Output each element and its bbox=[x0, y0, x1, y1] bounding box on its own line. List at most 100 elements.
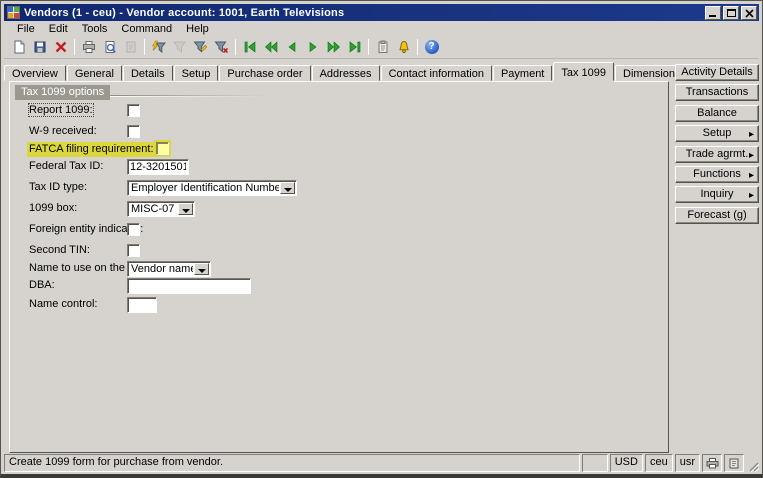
name-to-use-combo[interactable]: Vendor name bbox=[127, 261, 211, 277]
chevron-down-icon[interactable] bbox=[280, 182, 295, 194]
filter-by-selection-icon[interactable] bbox=[148, 37, 169, 57]
previous-record-icon[interactable] bbox=[281, 37, 302, 57]
box-1099-label: 1099 box: bbox=[29, 202, 77, 214]
tab-setup[interactable]: Setup bbox=[174, 65, 219, 81]
fatca-filing-requirement-checkbox[interactable] bbox=[156, 142, 169, 155]
new-record-icon[interactable] bbox=[8, 37, 29, 57]
menu-tools[interactable]: Tools bbox=[75, 22, 115, 36]
field-row-federal-tax-id: Federal Tax ID: bbox=[10, 159, 668, 176]
tab-tax-1099[interactable]: Tax 1099 bbox=[553, 62, 614, 81]
tax-id-type-combo[interactable]: Employer Identification Number bbox=[127, 180, 297, 196]
report-1099-checkbox[interactable] bbox=[127, 104, 140, 117]
status-bar: Create 1099 form for purchase from vendo… bbox=[4, 454, 759, 472]
menu-file[interactable]: File bbox=[10, 22, 42, 36]
box-1099-combo[interactable]: MISC-07 bbox=[127, 201, 195, 217]
menu-edit[interactable]: Edit bbox=[42, 22, 75, 36]
print-preview-icon[interactable] bbox=[99, 37, 120, 57]
foreign-entity-indicator-checkbox[interactable] bbox=[127, 223, 140, 236]
report-1099-label: Report 1099: bbox=[29, 104, 93, 116]
menu-help[interactable]: Help bbox=[179, 22, 216, 36]
previous-page-icon[interactable] bbox=[260, 37, 281, 57]
delete-icon[interactable] bbox=[50, 37, 71, 57]
chevron-down-icon[interactable] bbox=[194, 263, 209, 275]
tax-1099-tab-page: Tax 1099 options Report 1099: W-9 receiv… bbox=[9, 81, 669, 453]
status-user[interactable]: usr bbox=[675, 454, 700, 472]
tax-id-type-value: Employer Identification Number bbox=[128, 181, 279, 195]
toolbar-separator bbox=[368, 39, 369, 55]
minimize-button[interactable] bbox=[705, 6, 721, 20]
field-row-fatca: FATCA filing requirement: bbox=[10, 141, 668, 158]
remove-filter-icon[interactable] bbox=[211, 37, 232, 57]
federal-tax-id-input[interactable] bbox=[127, 159, 189, 175]
advanced-filter-icon[interactable] bbox=[190, 37, 211, 57]
toolbar-separator bbox=[235, 39, 236, 55]
status-message: Create 1099 form for purchase from vendo… bbox=[4, 454, 580, 472]
document-disabled-icon bbox=[120, 37, 141, 57]
fatca-filing-requirement-label: FATCA filing requirement: bbox=[27, 142, 158, 157]
app-icon bbox=[7, 6, 20, 19]
save-icon[interactable] bbox=[29, 37, 50, 57]
name-control-input[interactable] bbox=[127, 297, 157, 313]
next-record-icon[interactable] bbox=[302, 37, 323, 57]
w9-received-checkbox[interactable] bbox=[127, 125, 140, 138]
functions-button[interactable]: Functions bbox=[675, 166, 759, 183]
box-1099-value: MISC-07 bbox=[128, 202, 177, 216]
tab-dimension[interactable]: Dimension bbox=[615, 65, 683, 81]
forecast-button[interactable]: Forecast (g) bbox=[675, 207, 759, 224]
last-record-icon[interactable] bbox=[344, 37, 365, 57]
toolbar-separator bbox=[417, 39, 418, 55]
toolbar bbox=[4, 36, 759, 59]
first-record-icon[interactable] bbox=[239, 37, 260, 57]
next-page-icon[interactable] bbox=[323, 37, 344, 57]
balance-button[interactable]: Balance bbox=[675, 105, 759, 122]
status-spacer-cell bbox=[582, 454, 608, 472]
alert-icon[interactable] bbox=[393, 37, 414, 57]
group-caption-rule bbox=[98, 95, 266, 96]
second-tin-checkbox[interactable] bbox=[127, 244, 140, 257]
federal-tax-id-label: Federal Tax ID: bbox=[29, 160, 103, 172]
field-row-tax-id-type: Tax ID type: Employer Identification Num… bbox=[10, 180, 668, 197]
toolbar-separator bbox=[74, 39, 75, 55]
close-button[interactable] bbox=[741, 6, 757, 20]
tab-payment[interactable]: Payment bbox=[493, 65, 552, 81]
inquiry-button[interactable]: Inquiry bbox=[675, 186, 759, 203]
chevron-down-icon[interactable] bbox=[178, 203, 193, 215]
tab-general[interactable]: General bbox=[67, 65, 122, 81]
menu-command[interactable]: Command bbox=[114, 22, 179, 36]
tab-overview[interactable]: Overview bbox=[4, 65, 66, 81]
field-row-second-tin: Second TIN: bbox=[10, 243, 668, 260]
field-row-name-control: Name control: bbox=[10, 297, 668, 314]
tab-strip: Overview General Details Setup Purchase … bbox=[4, 64, 684, 81]
dba-label: DBA: bbox=[29, 279, 55, 291]
w9-received-label: W-9 received: bbox=[29, 125, 97, 137]
menu-bar: File Edit Tools Command Help bbox=[4, 21, 759, 36]
setup-button[interactable]: Setup bbox=[675, 125, 759, 142]
help-icon[interactable] bbox=[421, 37, 442, 57]
toolbar-separator bbox=[144, 39, 145, 55]
transactions-button[interactable]: Transactions bbox=[675, 84, 759, 101]
action-button-column: Activity Details Transactions Balance Se… bbox=[675, 64, 759, 224]
tab-contact-information[interactable]: Contact information bbox=[381, 65, 492, 81]
activity-details-button[interactable]: Activity Details bbox=[675, 64, 759, 81]
maximize-button[interactable] bbox=[723, 6, 739, 20]
tab-details[interactable]: Details bbox=[123, 65, 173, 81]
filter-by-grid-icon bbox=[169, 37, 190, 57]
field-row-name-to-use: Name to use on the 1099: Vendor name bbox=[10, 261, 668, 278]
dba-input[interactable] bbox=[127, 278, 251, 294]
document-status-icon[interactable] bbox=[724, 454, 744, 472]
close-icon bbox=[745, 9, 754, 18]
trade-agrmt-button[interactable]: Trade agrmt. bbox=[675, 146, 759, 163]
clipboard-icon[interactable] bbox=[372, 37, 393, 57]
print-icon[interactable] bbox=[78, 37, 99, 57]
resize-grip[interactable] bbox=[746, 454, 759, 472]
tab-purchase-order[interactable]: Purchase order bbox=[219, 65, 310, 81]
status-company[interactable]: ceu bbox=[645, 454, 673, 472]
title-bar[interactable]: Vendors (1 - ceu) - Vendor account: 1001… bbox=[4, 4, 759, 21]
tab-addresses[interactable]: Addresses bbox=[312, 65, 380, 81]
vendors-window: Vendors (1 - ceu) - Vendor account: 1001… bbox=[0, 0, 763, 478]
field-row-1099-box: 1099 box: MISC-07 bbox=[10, 201, 668, 218]
printer-status-icon[interactable] bbox=[702, 454, 722, 472]
status-currency[interactable]: USD bbox=[610, 454, 643, 472]
name-control-label: Name control: bbox=[29, 298, 97, 310]
maximize-icon bbox=[727, 9, 736, 17]
